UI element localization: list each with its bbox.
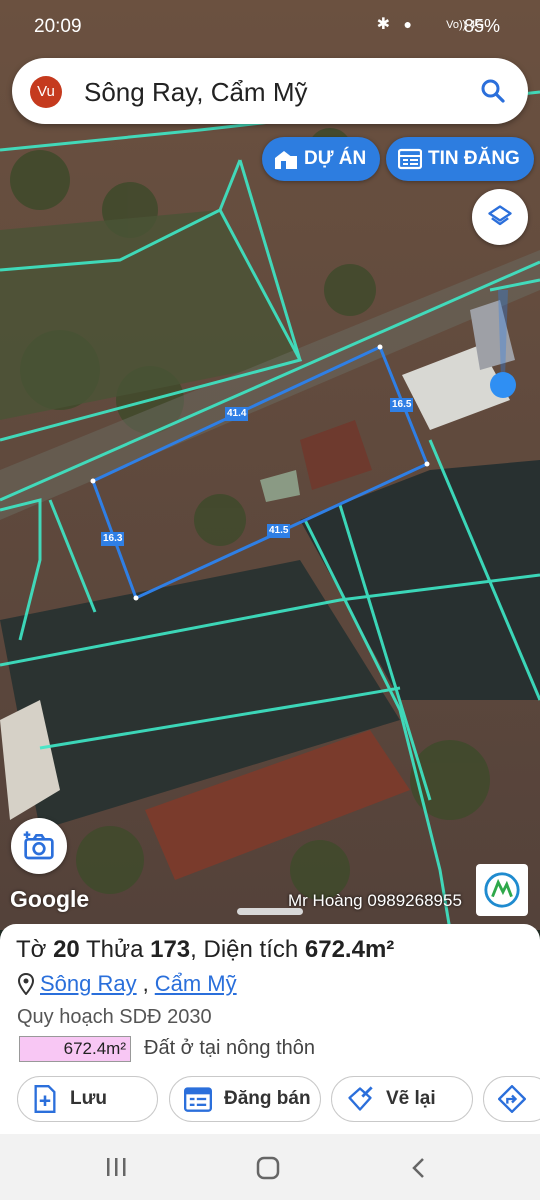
sell-button[interactable]: Đăng bán bbox=[169, 1076, 321, 1122]
layers-button[interactable] bbox=[472, 189, 528, 245]
location-pin-icon bbox=[18, 973, 34, 995]
tin-dang-label: TIN ĐĂNG bbox=[428, 148, 520, 169]
district-link[interactable]: Cẩm Mỹ bbox=[155, 971, 237, 997]
du-an-label: DỰ ÁN bbox=[304, 148, 367, 169]
redraw-label: Vẽ lại bbox=[386, 1088, 436, 1109]
tin-dang-button[interactable]: TIN ĐĂNG bbox=[386, 137, 534, 181]
du-an-button[interactable]: DỰ ÁN bbox=[262, 137, 381, 181]
dimension-left: 16.3 bbox=[101, 532, 125, 546]
land-use-area: 672.4m² bbox=[19, 1036, 131, 1062]
add-file-icon bbox=[34, 1085, 56, 1113]
redraw-button[interactable]: Vẽ lại bbox=[331, 1076, 473, 1122]
search-icon[interactable] bbox=[478, 76, 508, 106]
dimension-right: 16.5 bbox=[390, 398, 414, 412]
status-bar: 20:09 ✱ ● Vo)) 4G 85% bbox=[0, 0, 540, 52]
google-attribution: Google bbox=[10, 886, 90, 912]
bluetooth-icon: ✱ bbox=[376, 16, 390, 33]
directions-button[interactable] bbox=[483, 1076, 540, 1122]
home-icon[interactable] bbox=[255, 1156, 281, 1180]
listing-icon bbox=[398, 148, 422, 170]
map-view[interactable]: 41.4 16.5 41.5 16.3 20:09 ✱ ● Vo)) 4G 85… bbox=[0, 0, 540, 930]
dimension-top: 41.4 bbox=[225, 407, 249, 421]
recent-apps-icon[interactable] bbox=[104, 1156, 128, 1178]
location-icon: ● bbox=[403, 16, 412, 32]
camera-button[interactable] bbox=[11, 818, 67, 874]
parcel-title: Tờ 20 Thửa 173, Diện tích 672.4m² bbox=[16, 936, 395, 963]
brand-logo-icon bbox=[484, 872, 520, 908]
status-time: 20:09 bbox=[34, 16, 82, 37]
layers-icon bbox=[488, 205, 512, 226]
parcel-info-sheet: Tờ 20 Thửa 173, Diện tích 672.4m² Sông R… bbox=[0, 924, 540, 1134]
brand-logo bbox=[476, 864, 528, 916]
avatar[interactable]: Vu bbox=[30, 76, 62, 108]
dimension-bottom: 41.5 bbox=[267, 524, 291, 538]
search-bar[interactable]: Vu Sông Ray, Cẩm Mỹ bbox=[12, 58, 528, 124]
battery-level: 85% bbox=[463, 16, 500, 36]
plan-label: Quy hoạch SDĐ 2030 bbox=[17, 1006, 212, 1028]
sell-label: Đăng bán bbox=[224, 1088, 311, 1109]
area-label: Diện tích bbox=[203, 936, 299, 963]
redraw-pen-icon bbox=[348, 1086, 373, 1111]
system-nav-bar bbox=[0, 1134, 540, 1200]
save-button[interactable]: Lưu bbox=[17, 1076, 158, 1122]
building-icon bbox=[275, 151, 297, 169]
back-icon[interactable] bbox=[408, 1156, 430, 1180]
to-value: 20 bbox=[53, 936, 80, 963]
thua-label: Thửa bbox=[86, 936, 144, 963]
search-query[interactable]: Sông Ray, Cẩm Mỹ bbox=[84, 77, 307, 108]
thua-value: 173 bbox=[150, 936, 191, 963]
add-photo-icon bbox=[23, 831, 54, 860]
area-value: 672.4m² bbox=[304, 936, 395, 963]
calendar-list-icon bbox=[184, 1087, 212, 1112]
land-use-type: Đất ở tại nông thôn bbox=[144, 1037, 316, 1059]
sheet-drag-handle[interactable] bbox=[237, 908, 303, 915]
ward-link[interactable]: Sông Ray bbox=[40, 971, 137, 997]
parcel-address: Sông Ray, Cẩm Mỹ bbox=[18, 971, 237, 997]
directions-icon bbox=[498, 1085, 526, 1113]
to-label: Tờ bbox=[16, 936, 47, 963]
watermark: Mr Hoàng 0989268955 bbox=[288, 891, 462, 910]
save-label: Lưu bbox=[70, 1088, 107, 1109]
